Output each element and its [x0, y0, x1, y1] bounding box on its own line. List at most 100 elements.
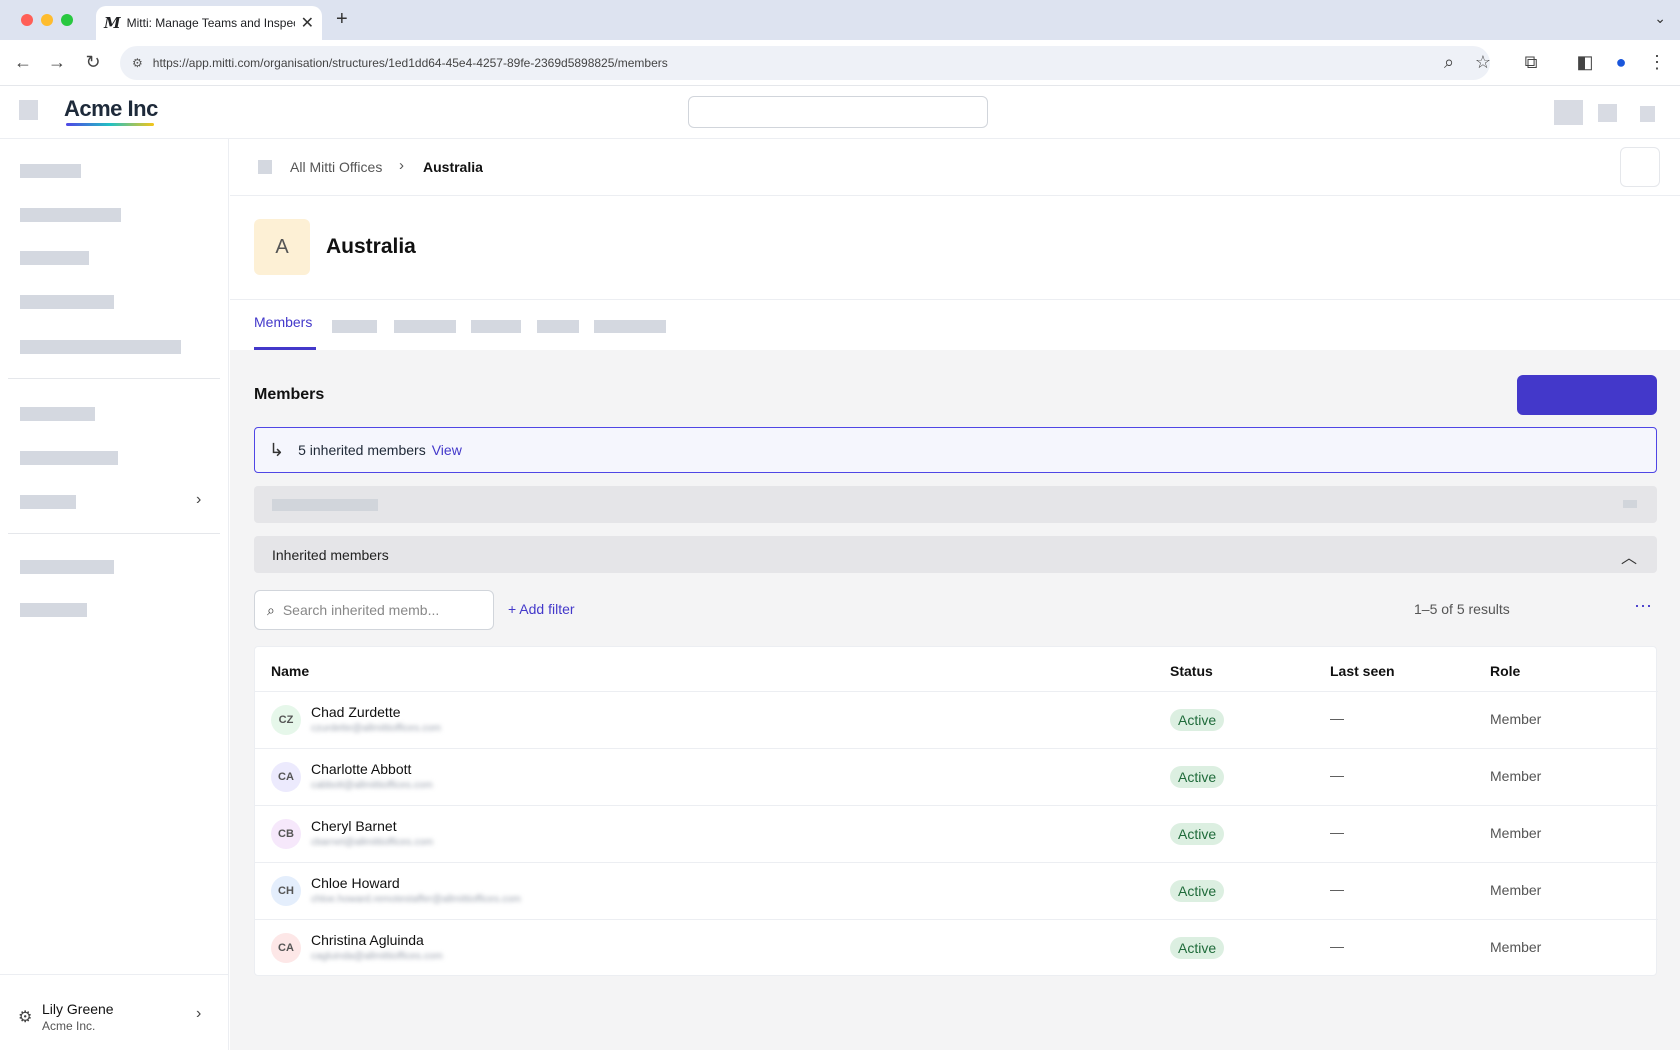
table-row[interactable]: CA Christina Agluinda cagluinda@allmitti… [255, 920, 1658, 977]
window-close-button[interactable] [21, 14, 33, 26]
new-tab-icon[interactable]: + [336, 8, 348, 31]
table-row[interactable]: CA Charlotte Abbott cabbott@allmittioffi… [255, 749, 1658, 806]
members-heading: Members [254, 386, 325, 403]
status-badge: Active [1170, 766, 1225, 788]
site-settings-icon[interactable]: ⚙ [132, 56, 143, 70]
column-header-status[interactable]: Status [1170, 663, 1213, 679]
member-role: Member [1490, 939, 1542, 955]
window-maximize-button[interactable] [61, 14, 73, 26]
browser-tabstrip: M Mitti: Manage Teams and Inspect... ✕ +… [0, 0, 1680, 40]
user-menu[interactable]: ⚙ Lily Greene Acme Inc. › [0, 974, 229, 1050]
menu-icon[interactable] [19, 100, 38, 120]
breadcrumb-parent-link[interactable]: All Mitti Offices [290, 159, 382, 175]
breadcrumb-current: Australia [423, 159, 483, 175]
column-header-name[interactable]: Name [271, 663, 309, 679]
view-inherited-link[interactable]: View [432, 442, 462, 458]
sidebar-item-expandable[interactable] [20, 495, 76, 509]
tab-placeholder[interactable] [394, 320, 456, 333]
star-icon[interactable]: ☆ [1472, 52, 1494, 73]
extensions-icon[interactable]: ⧉ [1520, 52, 1542, 73]
header-action-icon[interactable] [1554, 100, 1583, 125]
member-name: Chloe Howard [311, 875, 400, 891]
last-seen: — [1330, 824, 1344, 840]
members-table: Name Status Last seen Role CZ Chad Zurde… [254, 646, 1658, 977]
user-org: Acme Inc. [42, 1019, 96, 1033]
chevron-up-icon[interactable]: ︿ [1621, 544, 1637, 568]
tab-members[interactable]: Members [254, 314, 312, 330]
status-badge: Active [1170, 823, 1225, 845]
notifications-icon[interactable] [1598, 104, 1617, 122]
mitti-favicon-icon: M [104, 14, 121, 32]
profile-icon[interactable]: ● [1610, 52, 1632, 73]
sidebar-item[interactable] [20, 208, 121, 222]
browser-tab[interactable]: M Mitti: Manage Teams and Inspect... ✕ [96, 6, 322, 40]
table-row[interactable]: CB Cheryl Barnet cbarnet@allmittioffices… [255, 806, 1658, 863]
inherited-members-header[interactable]: Inherited members ︿ [254, 536, 1657, 573]
reload-icon[interactable]: ↻ [82, 52, 104, 73]
sidebar-item[interactable] [20, 560, 114, 574]
member-name: Chad Zurdette [311, 704, 401, 720]
sidebar-item[interactable] [20, 164, 81, 178]
column-header-last-seen[interactable]: Last seen [1330, 663, 1395, 679]
structure-icon [258, 160, 272, 174]
section-toggle-placeholder[interactable] [1623, 500, 1637, 508]
back-icon[interactable]: ← [12, 52, 34, 73]
chevron-right-icon[interactable]: › [196, 491, 201, 509]
tab-placeholder[interactable] [332, 320, 377, 333]
section-label-placeholder [272, 499, 378, 511]
user-name: Lily Greene [42, 1001, 114, 1017]
sidebar: › ⚙ Lily Greene Acme Inc. › [0, 139, 229, 1050]
avatar: CZ [271, 705, 301, 735]
member-role: Member [1490, 825, 1542, 841]
zoom-icon[interactable]: ⌕ [1438, 52, 1460, 73]
page-action-button[interactable] [1620, 147, 1660, 187]
browser-toolbar: ← → ↻ ⚙ https://app.mitti.com/organisati… [0, 40, 1680, 86]
sidebar-item[interactable] [20, 295, 114, 309]
member-email: cbarnet@allmittioffices.com [311, 837, 434, 848]
tab-placeholder[interactable] [537, 320, 579, 333]
chevron-down-icon[interactable]: ⌄ [1654, 10, 1666, 27]
search-input[interactable] [282, 602, 473, 618]
browser-tab-title: Mitti: Manage Teams and Inspect... [126, 16, 295, 30]
avatar: CA [271, 762, 301, 792]
chevron-right-icon: › [196, 1005, 202, 1022]
sidebar-item[interactable] [20, 407, 95, 421]
breadcrumb: All Mitti Offices › Australia [230, 139, 1680, 196]
search-icon: ⌕ [267, 601, 275, 618]
filter-bar: ⌕ + Add filter 1–5 of 5 results ⋯ [254, 590, 1657, 630]
member-name: Christina Agluinda [311, 932, 424, 948]
table-row[interactable]: CH Chloe Howard chloe.howard.remotestaff… [255, 863, 1658, 920]
column-header-role[interactable]: Role [1490, 663, 1520, 679]
direct-members-section[interactable] [254, 486, 1657, 523]
avatar: CB [271, 819, 301, 849]
member-email: cabbott@allmittioffices.com [311, 780, 433, 791]
inherit-arrow-icon: ↳ [269, 439, 285, 460]
inherited-count-text: 5 inherited members [298, 442, 426, 458]
member-name: Charlotte Abbott [311, 761, 412, 777]
browser-menu-icon[interactable]: ⋮ [1646, 52, 1668, 73]
member-email: cagluinda@allmittioffices.com [311, 951, 443, 962]
page-title: Australia [326, 235, 416, 258]
help-icon[interactable] [1640, 106, 1655, 122]
sidebar-item[interactable] [20, 603, 87, 617]
app-logo[interactable]: Acme Inc [64, 96, 158, 122]
table-row[interactable]: CZ Chad Zurdette czurdette@allmittioffic… [255, 692, 1658, 749]
address-bar[interactable]: ⚙ https://app.mitti.com/organisation/str… [120, 46, 1490, 80]
more-options-icon[interactable]: ⋯ [1634, 596, 1653, 617]
forward-icon[interactable]: → [46, 52, 68, 73]
sidebar-item[interactable] [20, 251, 89, 265]
member-name: Cheryl Barnet [311, 818, 397, 834]
sidebar-item[interactable] [20, 340, 181, 354]
tab-placeholder[interactable] [471, 320, 521, 333]
tab-placeholder[interactable] [594, 320, 666, 333]
window-minimize-button[interactable] [41, 14, 53, 26]
member-email: czurdette@allmittioffices.com [311, 723, 442, 734]
global-search-input[interactable] [688, 96, 988, 128]
side-panel-icon[interactable]: ◧ [1574, 52, 1596, 73]
close-icon[interactable]: ✕ [301, 13, 314, 33]
sidebar-item[interactable] [20, 451, 118, 465]
add-filter-button[interactable]: + Add filter [508, 601, 575, 617]
avatar: CH [271, 876, 301, 906]
structure-avatar: A [254, 219, 310, 275]
add-member-button[interactable] [1517, 375, 1657, 415]
